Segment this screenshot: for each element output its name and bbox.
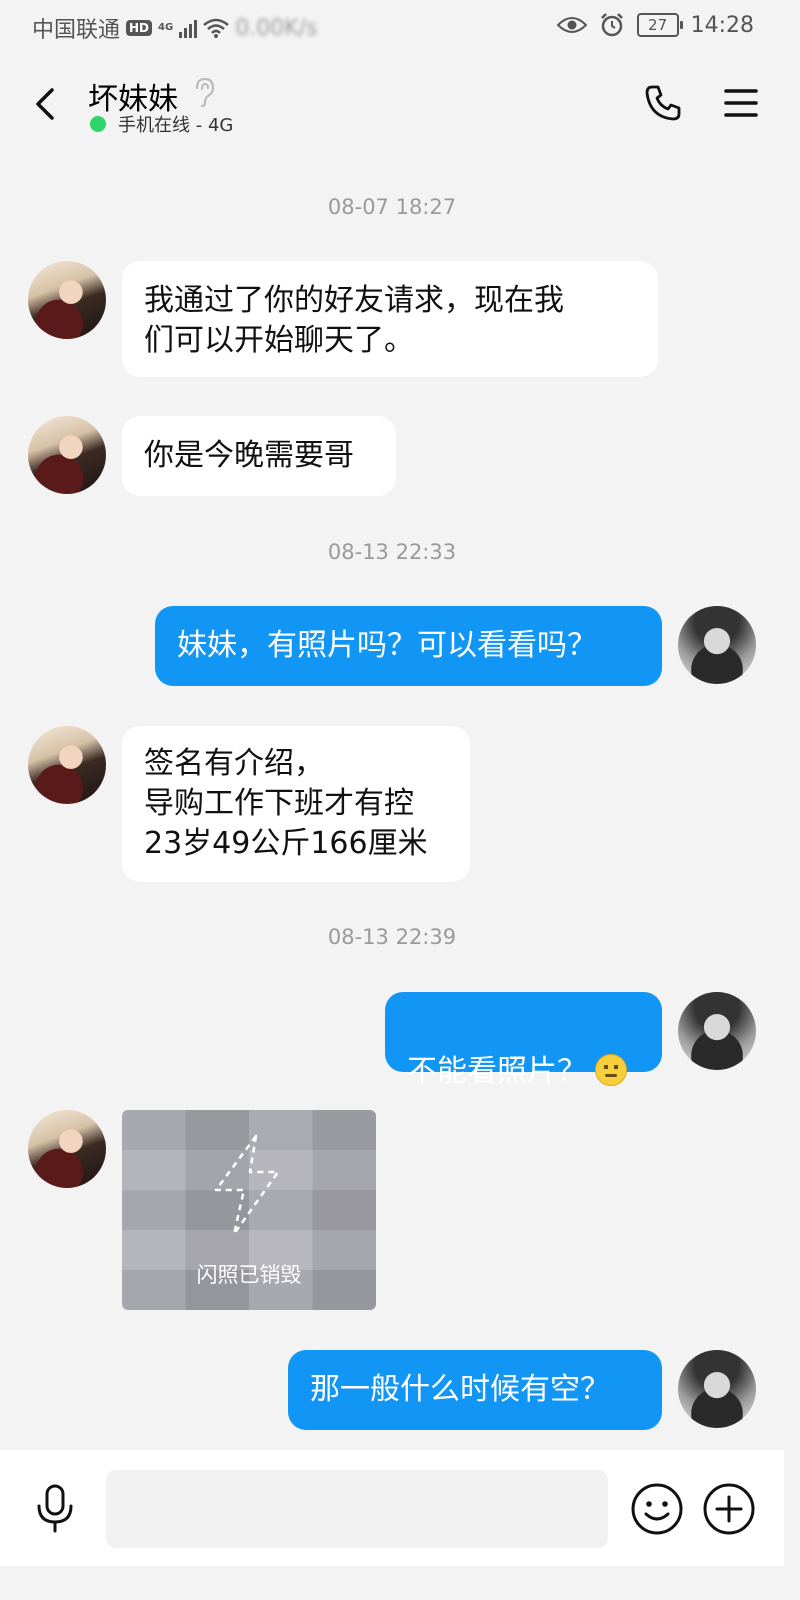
incoming-message[interactable]: 签名有介绍， 导购工作下班才有控 23岁49公斤166厘米 [122, 726, 470, 882]
signal-icon [179, 18, 198, 38]
clock: 14:28 [690, 12, 754, 38]
lightning-icon [214, 1134, 280, 1236]
sad-face-emoji [595, 1054, 627, 1086]
user-avatar[interactable] [678, 992, 756, 1070]
message-timestamp: 08-13 22:33 [327, 540, 457, 564]
outgoing-message-text: 不能看照片？ [407, 1054, 587, 1089]
phone-icon[interactable] [642, 82, 684, 124]
user-avatar[interactable] [678, 606, 756, 684]
battery-indicator: 27 [636, 13, 683, 37]
contact-avatar[interactable] [28, 1110, 106, 1188]
outgoing-message[interactable]: 那一般什么时候有空？ [288, 1350, 662, 1430]
status-bar: 中国联通 HD 4G 0.00K/s 27 14:28 [0, 0, 784, 54]
chat-header: 坏妹妹 手机在线 - 4G [0, 60, 784, 150]
outgoing-message[interactable]: 妹妹，有照片吗？可以看看吗？ [155, 606, 662, 686]
ear-icon [195, 77, 215, 108]
online-status-text: 手机在线 - 4G [118, 115, 234, 136]
carrier-label: 中国联通 [32, 18, 121, 43]
microphone-icon[interactable] [32, 1484, 78, 1534]
hd-badge: HD [126, 20, 153, 36]
input-bar [0, 1450, 784, 1566]
contact-avatar[interactable] [28, 416, 106, 494]
back-arrow-icon[interactable] [30, 84, 60, 124]
contact-avatar[interactable] [28, 261, 106, 339]
user-avatar[interactable] [678, 1350, 756, 1428]
online-status-dot [90, 116, 106, 132]
alarm-icon [600, 13, 623, 37]
wifi-icon [203, 18, 230, 38]
message-timestamp: 08-07 18:27 [327, 195, 457, 219]
incoming-message[interactable]: 我通过了你的好友请求，现在我 们可以开始聊天了。 [122, 261, 658, 377]
flash-photo-status: 闪照已销毁 [196, 1263, 302, 1287]
incoming-message[interactable]: 你是今晚需要哥 [122, 416, 396, 496]
emoji-icon[interactable] [630, 1482, 684, 1536]
plus-icon[interactable] [702, 1482, 756, 1536]
outgoing-message[interactable]: 不能看照片？ [385, 992, 662, 1089]
contact-avatar[interactable] [28, 726, 106, 804]
eye-icon [556, 17, 587, 33]
status-right: 27 14:28 [556, 12, 754, 38]
status-left: 中国联通 HD 4G 0.00K/s [32, 12, 318, 44]
network-type: 4G [158, 22, 174, 33]
network-speed: 0.00K/s [235, 15, 318, 41]
menu-icon[interactable] [722, 84, 760, 122]
message-timestamp: 08-13 22:39 [327, 925, 457, 949]
message-input[interactable] [106, 1470, 608, 1548]
